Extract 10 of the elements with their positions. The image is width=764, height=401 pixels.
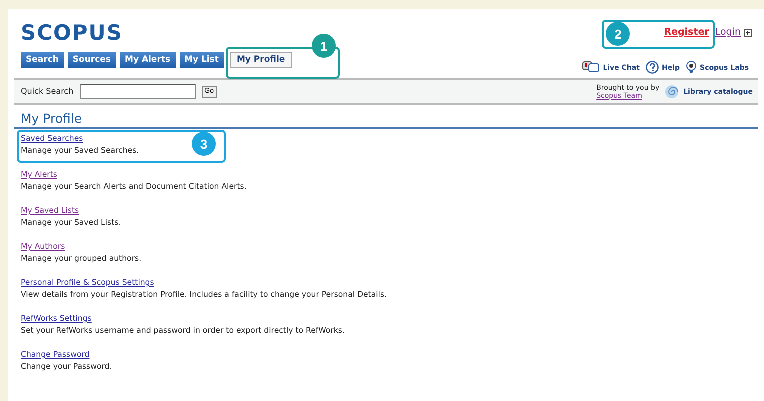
nav-tab[interactable]: Search <box>21 52 64 68</box>
nav-tab[interactable]: My Alerts <box>120 52 176 68</box>
login-link[interactable]: Login <box>715 27 741 38</box>
quick-search-label: Quick Search <box>21 87 74 96</box>
page-title: My Profile <box>14 111 758 129</box>
nav-tab[interactable]: Sources <box>68 52 116 68</box>
nav-tab[interactable]: My Profile <box>230 52 292 68</box>
scopus-logo[interactable]: SCOPUS <box>21 24 123 42</box>
nav-tab[interactable]: My List <box>180 52 224 68</box>
register-link[interactable]: Register <box>664 27 710 38</box>
